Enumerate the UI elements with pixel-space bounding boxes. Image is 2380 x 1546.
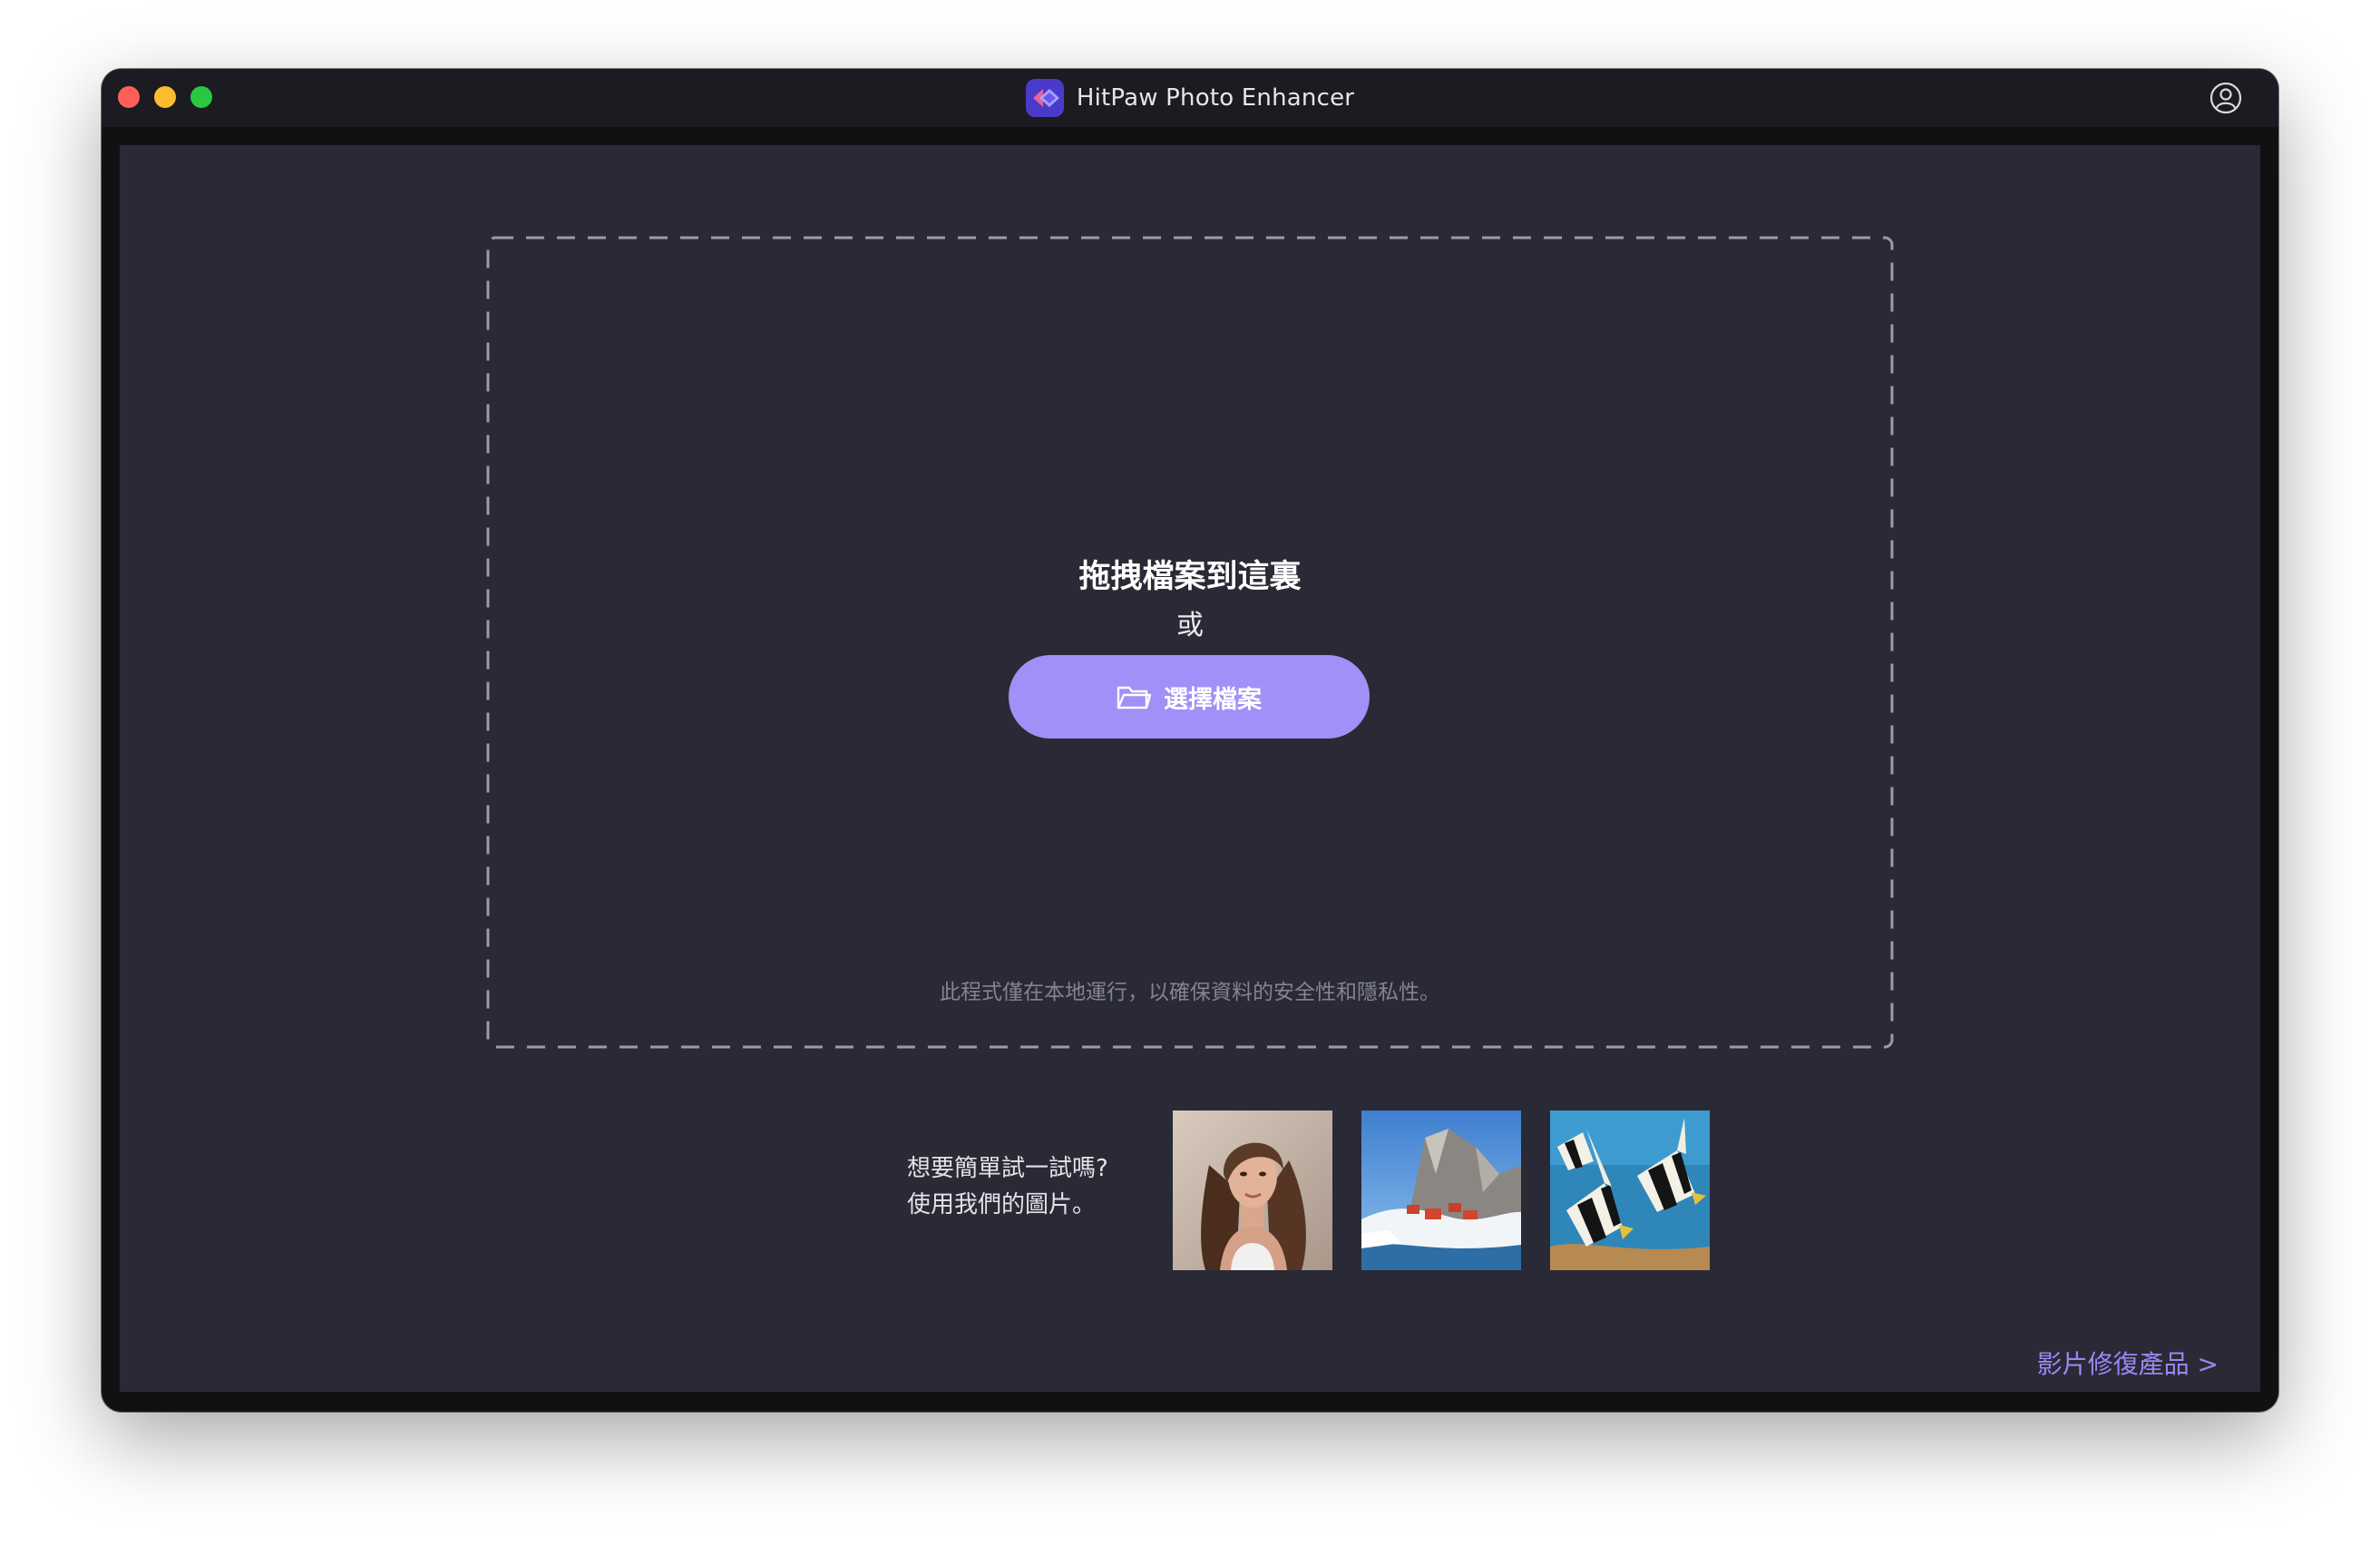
privacy-note: 此程式僅在本地運行，以確保資料的安全性和隱私性。 [940, 981, 1440, 1004]
drop-zone-border [486, 236, 1894, 1049]
sample-image-landscape[interactable] [1361, 1111, 1521, 1270]
account-icon[interactable] [2209, 82, 2242, 114]
sample-prompt-line1: 想要簡單試一試嗎? [907, 1155, 1108, 1182]
sample-image-portrait[interactable] [1173, 1111, 1332, 1270]
title-group: HitPaw Photo Enhancer [102, 69, 2278, 127]
drop-or-text: 或 [1176, 610, 1204, 641]
video-repair-link[interactable]: 影片修復產品 > [2037, 1345, 2219, 1381]
select-file-button[interactable]: 選擇檔案 [1009, 655, 1370, 739]
window-title: HitPaw Photo Enhancer [1076, 84, 1355, 112]
file-drop-zone[interactable]: 拖拽檔案到這裏 或 選擇檔案 此程式僅在本地運行，以確保資料的安全性和隱私性。 [486, 236, 1894, 1049]
sample-prompt-line2: 使用我們的圖片。 [907, 1191, 1097, 1218]
main-area: 拖拽檔案到這裏 或 選擇檔案 此程式僅在本地運行，以確保資料的安全性和隱私性。 … [120, 145, 2260, 1392]
app-logo-icon [1025, 79, 1064, 117]
app-window: HitPaw Photo Enhancer 拖拽檔案到這裏 或 選擇檔案 此程式… [102, 69, 2278, 1412]
select-file-label: 選擇檔案 [1164, 685, 1262, 713]
sample-prompt: 想要簡單試一試嗎? 使用我們的圖片。 [907, 1150, 1108, 1223]
drop-title: 拖拽檔案到這裏 [1078, 559, 1302, 595]
title-bar: HitPaw Photo Enhancer [102, 69, 2278, 127]
folder-icon [1117, 686, 1151, 709]
sample-image-fish[interactable] [1550, 1111, 1710, 1270]
